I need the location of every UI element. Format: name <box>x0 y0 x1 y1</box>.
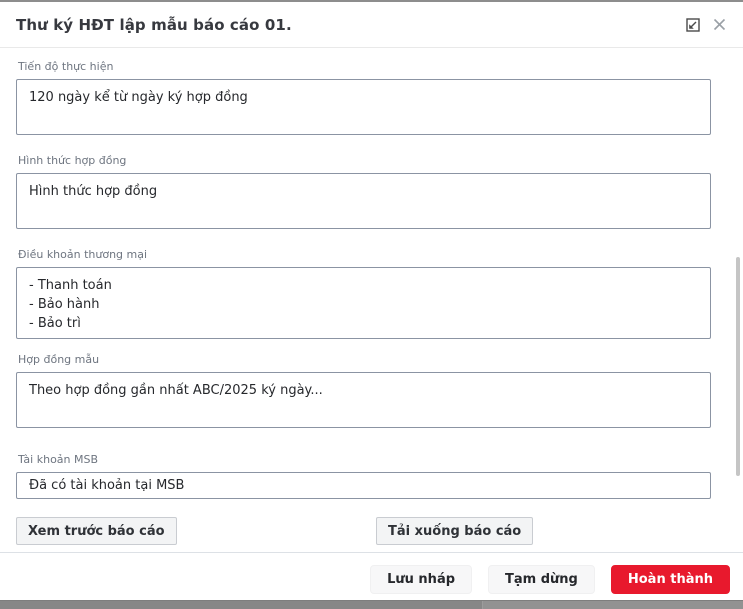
download-report-button[interactable]: Tải xuống báo cáo <box>376 517 533 545</box>
dialog-title: Thư ký HĐT lập mẫu báo cáo 01. <box>16 16 685 34</box>
field-hinh-thuc-hop-dong: Hình thức hợp đồng Hình thức hợp đồng <box>16 154 711 229</box>
tien-do-thuc-hien-textarea[interactable]: 120 ngày kể từ ngày ký hợp đồng <box>16 79 711 135</box>
tai-khoan-msb-input[interactable] <box>16 472 711 499</box>
dieu-khoan-thuong-mai-textarea[interactable]: - Thanh toán - Bảo hành - Bảo trì <box>16 267 711 339</box>
dialog-header-icons <box>685 17 727 33</box>
complete-button[interactable]: Hoàn thành <box>611 565 730 594</box>
close-icon[interactable] <box>711 17 727 33</box>
horizontal-scrollbar-thumb[interactable] <box>0 601 483 609</box>
field-label: Tiến độ thực hiện <box>18 60 711 73</box>
field-label: Điều khoản thương mại <box>18 248 711 261</box>
report-dialog: Thư ký HĐT lập mẫu báo cáo 01. <box>0 2 743 600</box>
pause-button[interactable]: Tạm dừng <box>488 565 595 594</box>
hinh-thuc-hop-dong-textarea[interactable]: Hình thức hợp đồng <box>16 173 711 229</box>
dialog-vertical-scrollbar[interactable] <box>736 257 740 476</box>
field-label: Hợp đồng mẫu <box>18 353 711 366</box>
dialog-body: Tiến độ thực hiện 120 ngày kể từ ngày ký… <box>0 48 743 552</box>
field-label: Tài khoản MSB <box>18 453 711 466</box>
horizontal-scrollbar-track <box>483 601 743 609</box>
report-actions-row: Xem trước báo cáo Tải xuống báo cáo <box>16 517 711 545</box>
dialog-footer: Lưu nháp Tạm dừng Hoàn thành <box>0 552 743 601</box>
save-draft-button[interactable]: Lưu nháp <box>370 565 472 594</box>
horizontal-scrollbar[interactable] <box>0 600 743 609</box>
expand-icon[interactable] <box>685 17 701 33</box>
hop-dong-mau-textarea[interactable]: Theo hợp đồng gần nhất ABC/2025 ký ngày.… <box>16 372 711 428</box>
dialog-header: Thư ký HĐT lập mẫu báo cáo 01. <box>0 2 743 48</box>
field-label: Hình thức hợp đồng <box>18 154 711 167</box>
field-tai-khoan-msb: Tài khoản MSB <box>16 453 711 499</box>
field-tien-do-thuc-hien: Tiến độ thực hiện 120 ngày kể từ ngày ký… <box>16 60 711 135</box>
field-hop-dong-mau: Hợp đồng mẫu Theo hợp đồng gần nhất ABC/… <box>16 353 711 428</box>
field-dieu-khoan-thuong-mai: Điều khoản thương mại - Thanh toán - Bảo… <box>16 248 711 339</box>
screen: Thư ký HĐT lập mẫu báo cáo 01. <box>0 0 743 609</box>
preview-report-button[interactable]: Xem trước báo cáo <box>16 517 177 545</box>
